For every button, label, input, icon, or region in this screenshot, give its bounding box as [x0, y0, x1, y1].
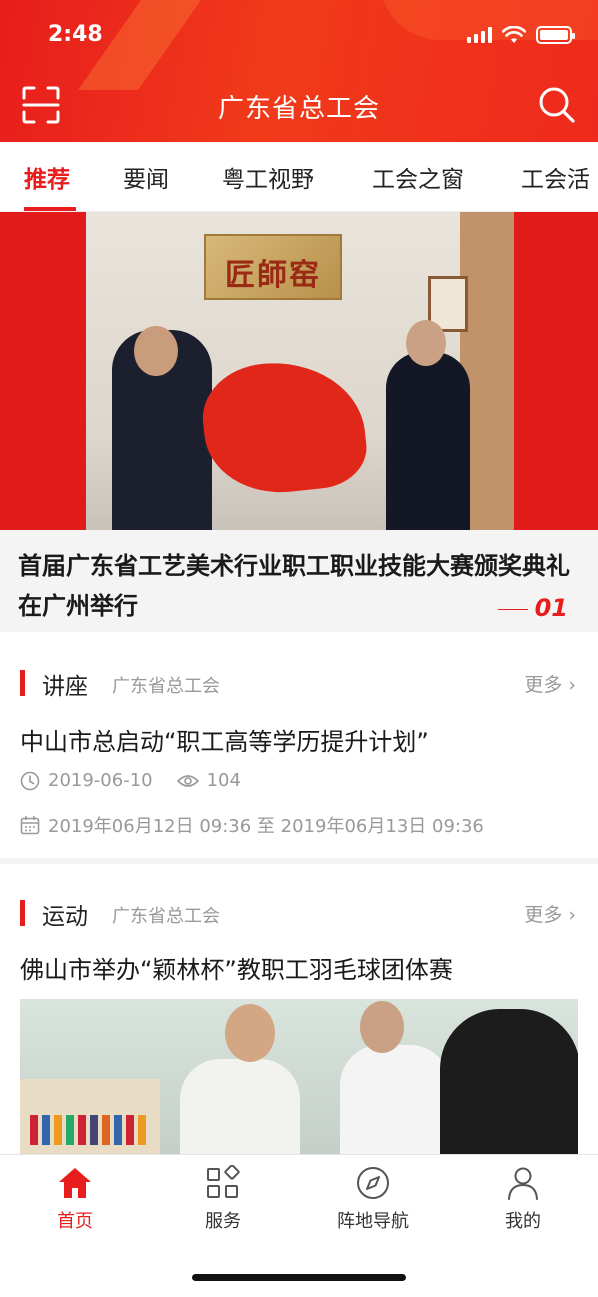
article-title[interactable]: 佛山市举办“颖林杯”教职工羽毛球团体赛 [20, 950, 453, 985]
photo-person-head [134, 326, 178, 376]
plaque-text: 匠師窑 [225, 258, 321, 293]
nav-position-navigation[interactable]: 阵地导航 [313, 1165, 433, 1233]
status-icons [467, 26, 575, 44]
schedule-text: 2019年06月12日 09:36 至 2019年06月13日 09:36 [48, 816, 484, 837]
nav-label: 阵地导航 [337, 1211, 409, 1232]
grid-icon [207, 1165, 240, 1198]
wifi-icon [502, 26, 526, 43]
section-lecture: 讲座 广东省总工会 更多 › 中山市总启动“职工高等学历提升计划” 2019-0… [0, 632, 598, 858]
nav-home[interactable]: 首页 [15, 1165, 135, 1233]
nav-services[interactable]: 服务 [163, 1165, 283, 1233]
app-header: 2:48 广东省总工会 [0, 0, 598, 142]
home-indicator[interactable] [192, 1274, 406, 1281]
article-date: 2019-06-10 [48, 770, 153, 791]
more-link-label: 更多 [524, 674, 563, 696]
red-cloth [197, 353, 371, 501]
section-title: 讲座 [42, 674, 88, 700]
photo-person-head [225, 1004, 275, 1062]
banner-caption[interactable]: 首届广东省工艺美术行业职工职业技能大赛颁奖典礼在广州举行 [18, 546, 578, 626]
nav-label: 我的 [505, 1211, 541, 1232]
tab-active-indicator [24, 207, 76, 211]
article-image[interactable] [20, 999, 578, 1155]
photo-person [340, 1045, 450, 1155]
article-schedule: 2019年06月12日 09:36 至 2019年06月13日 09:36 [20, 812, 484, 838]
tab-union-window[interactable]: 工会之窗 [372, 160, 464, 194]
more-link-label: 更多 [524, 904, 563, 926]
featured-banner[interactable]: 匠師窑 首届广东省工艺美术行业职工职业技能大赛颁奖典礼在广州举行 01 [0, 212, 598, 632]
tab-vision[interactable]: 粤工视野 [222, 160, 314, 194]
page-title: 广东省总工会 [217, 94, 380, 124]
nav-label: 服务 [205, 1211, 241, 1232]
nav-profile[interactable]: 我的 [463, 1165, 583, 1233]
plaque: 匠師窑 [204, 234, 342, 300]
signal-icon [467, 27, 492, 43]
calendar-icon [20, 816, 40, 835]
tab-union-activity[interactable]: 工会活 [521, 160, 590, 194]
banner-page-index: 01 [534, 594, 568, 622]
tab-news[interactable]: 要闻 [123, 160, 169, 194]
article-title[interactable]: 中山市总启动“职工高等学历提升计划” [20, 722, 429, 757]
nav-label: 首页 [57, 1211, 93, 1232]
home-icon [59, 1168, 91, 1198]
photo-person-head [360, 1001, 404, 1053]
category-tabs: 推荐 要闻 粤工视野 工会之窗 工会活 [0, 142, 598, 212]
status-time: 2:48 [48, 22, 103, 47]
section-marker [20, 670, 25, 696]
user-icon [508, 1167, 538, 1200]
status-bar: 2:48 [0, 0, 598, 72]
banner-photo: 匠師窑 [86, 212, 514, 530]
tab-recommend[interactable]: 推荐 [24, 160, 70, 194]
photo-person-head [406, 320, 446, 366]
photo-person [440, 1009, 578, 1155]
section-marker [20, 900, 25, 926]
search-icon[interactable] [536, 84, 576, 124]
article-views: 104 [206, 770, 241, 791]
compass-icon [357, 1167, 389, 1199]
chevron-right-icon: › [562, 674, 576, 696]
more-link[interactable]: 更多 › [524, 670, 576, 697]
battery-icon [536, 26, 575, 44]
article-meta: 2019-06-10 104 [20, 770, 241, 791]
clock-icon [20, 771, 40, 790]
section-source: 广东省总工会 [112, 906, 220, 927]
banner-index-line [498, 609, 528, 610]
eye-icon [176, 774, 199, 787]
bookshelf [20, 1079, 160, 1155]
banner-image[interactable]: 匠師窑 [0, 212, 598, 530]
photo-person [386, 352, 470, 530]
photo-person [180, 1059, 300, 1155]
section-source: 广东省总工会 [112, 676, 220, 697]
more-link[interactable]: 更多 › [524, 900, 576, 927]
section-title: 运动 [42, 904, 88, 930]
chevron-right-icon: › [562, 904, 576, 926]
